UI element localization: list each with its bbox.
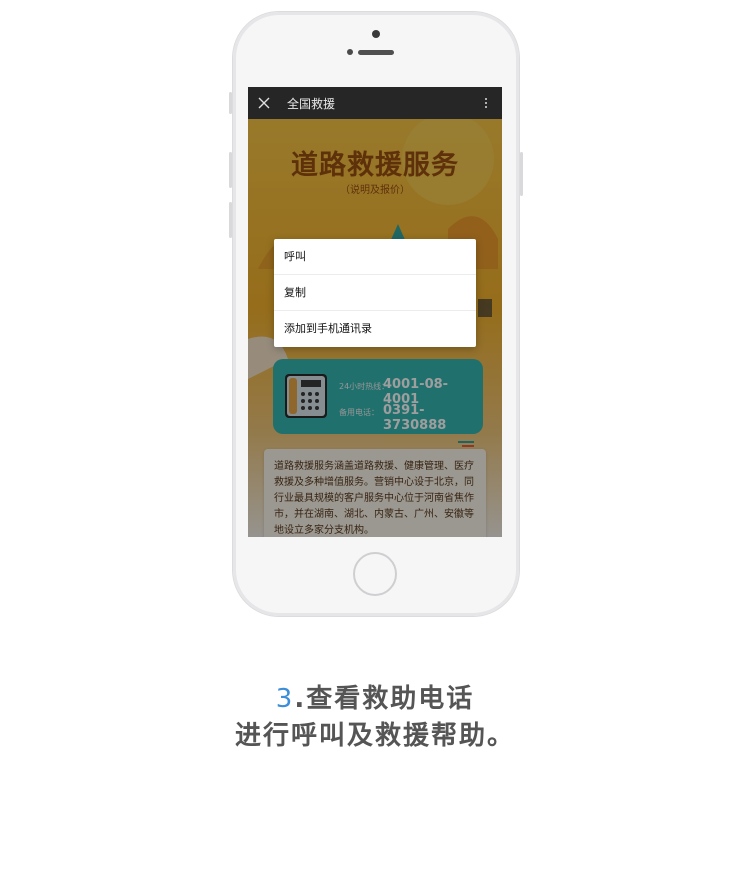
phone-volume-down xyxy=(229,202,232,238)
home-button xyxy=(353,552,397,596)
caption-line-2: 进行呼叫及救援帮助。 xyxy=(234,721,515,751)
page-title: 全国救援 xyxy=(287,96,336,111)
menu-item-copy[interactable]: 复制 xyxy=(274,275,476,311)
close-icon[interactable] xyxy=(248,87,280,119)
proximity-sensor xyxy=(347,49,353,55)
phone-side-button xyxy=(229,92,232,114)
phone-screen: 全国救援 道路救援服务 （说明及报价） 24小时热线： 4001-08-4001… xyxy=(248,87,502,537)
caption-line-1: 3.查看救助电话 xyxy=(0,678,750,715)
context-menu: 呼叫 复制 添加到手机通讯录 xyxy=(274,239,476,347)
front-camera xyxy=(372,30,380,38)
menu-item-add-contact[interactable]: 添加到手机通讯录 xyxy=(274,311,476,347)
caption-line-1-text: .查看救助电话 xyxy=(294,684,475,714)
menu-item-call[interactable]: 呼叫 xyxy=(274,239,476,275)
step-number: 3 xyxy=(275,684,295,714)
earpiece-speaker xyxy=(358,50,394,55)
phone-power-button xyxy=(520,152,523,196)
more-vert-icon[interactable] xyxy=(484,96,488,110)
phone-volume-up xyxy=(229,152,232,188)
webview-topbar: 全国救援 xyxy=(248,87,502,119)
